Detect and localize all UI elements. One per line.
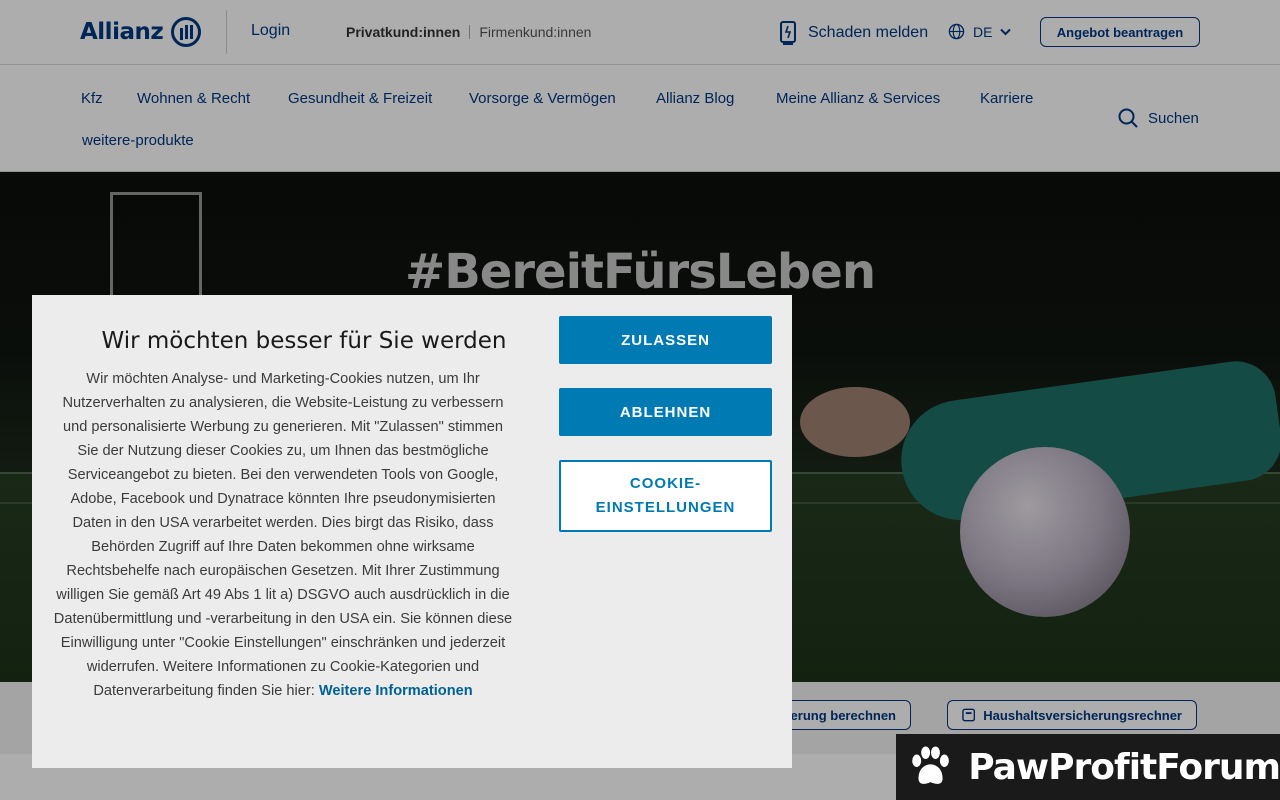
decline-cookies-button[interactable]: ABLEHNEN bbox=[559, 388, 772, 436]
cookie-settings-button[interactable]: COOKIE-EINSTELLUNGEN bbox=[559, 460, 772, 532]
watermark-text: PawProfitForum bbox=[968, 746, 1280, 788]
cookie-dialog-body: Wir möchten Analyse- und Marketing-Cooki… bbox=[53, 371, 513, 699]
cookie-consent-dialog: Wir möchten besser für Sie werden Wir mö… bbox=[32, 295, 792, 768]
cookie-dialog-text: Wir möchten Analyse- und Marketing-Cooki… bbox=[52, 367, 514, 703]
accept-cookies-button[interactable]: ZULASSEN bbox=[559, 316, 772, 364]
watermark-badge: PawProfitForum bbox=[896, 734, 1280, 800]
more-information-link[interactable]: Weitere Informationen bbox=[319, 683, 473, 699]
cookie-dialog-title: Wir möchten besser für Sie werden bbox=[101, 328, 507, 354]
paw-icon bbox=[912, 746, 949, 784]
